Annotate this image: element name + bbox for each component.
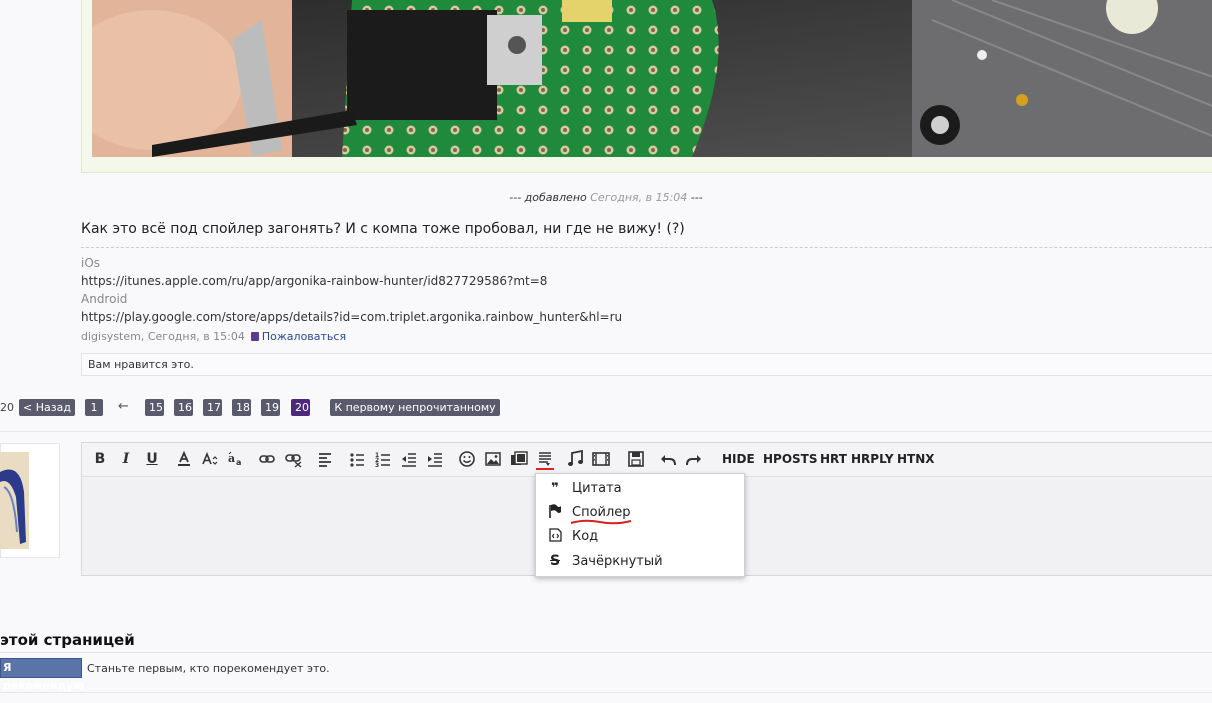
text-color-icon[interactable]: [175, 450, 193, 468]
likes-summary: Вам нравится это.: [81, 353, 1212, 376]
underline-button[interactable]: U: [143, 450, 161, 468]
merged-suffix: ---: [690, 191, 703, 204]
hide-button[interactable]: HIDE: [722, 452, 755, 466]
signature-android-link[interactable]: https://play.google.com/store/apps/detai…: [81, 310, 622, 324]
hrt-button[interactable]: HRT: [820, 452, 847, 466]
recommend-note: Станьте первым, кто порекомендует это.: [87, 662, 330, 675]
pagination-first-unread-button[interactable]: К первому непрочитанному: [330, 399, 500, 416]
font-family-icon[interactable]: aa: [227, 450, 245, 468]
menu-item-strikethrough[interactable]: S Зачёркнутый: [548, 551, 663, 571]
pagination-page-19[interactable]: 19: [261, 399, 280, 416]
flag-icon: [548, 503, 562, 523]
pagination-back-button[interactable]: < Назад: [19, 399, 75, 416]
link-icon[interactable]: [258, 450, 276, 468]
merged-time: Сегодня, в 15:04: [590, 191, 688, 204]
insert-block-icon[interactable]: [536, 450, 554, 470]
save-draft-icon[interactable]: [627, 450, 645, 468]
italic-button[interactable]: I: [117, 450, 135, 468]
pagination-fragment: 20: [0, 401, 14, 414]
music-icon[interactable]: [566, 450, 584, 468]
signature-ios-link[interactable]: https://itunes.apple.com/ru/app/argonika…: [81, 274, 547, 288]
attachment-photo[interactable]: [92, 0, 1212, 157]
spoiler-red-underline: [570, 519, 632, 525]
quote-icon: ❞: [551, 481, 559, 496]
strikethrough-icon: S: [549, 553, 561, 569]
signature-divider: [81, 247, 1212, 248]
svg-text:3: 3: [375, 462, 379, 468]
align-icon[interactable]: [316, 450, 334, 468]
font-size-icon[interactable]: [201, 450, 219, 468]
avatar[interactable]: [0, 452, 29, 549]
gallery-icon[interactable]: [510, 450, 528, 468]
pagination-skip-arrow: ←: [118, 399, 129, 414]
numbered-list-icon[interactable]: 123: [374, 450, 392, 468]
share-section-title: этой страницей: [0, 631, 135, 649]
undo-icon[interactable]: [659, 450, 677, 468]
report-link[interactable]: Пожаловаться: [262, 330, 346, 343]
menu-item-label: Код: [572, 529, 599, 544]
hrply-button[interactable]: HRPLY: [851, 452, 894, 466]
post-meta: digisystem, Сегодня, в 15:04 Пожаловаться: [81, 330, 346, 343]
recommend-button[interactable]: Я рекомендую: [0, 658, 84, 692]
menu-item-label: Зачёркнутый: [572, 554, 663, 569]
image-icon[interactable]: [484, 450, 502, 468]
code-icon: [548, 527, 562, 547]
outdent-icon[interactable]: [400, 450, 418, 468]
section-divider: [0, 431, 1212, 432]
bold-button[interactable]: B: [91, 450, 109, 468]
pagination-page-17[interactable]: 17: [203, 399, 222, 416]
merged-prefix: --- добавлено: [509, 191, 587, 204]
htnx-button[interactable]: HTNX: [897, 452, 935, 466]
footer-divider: [0, 692, 1212, 693]
svg-text:a: a: [236, 458, 241, 467]
merged-notice: --- добавлено Сегодня, в 15:04 ---: [0, 191, 1212, 204]
unlink-icon[interactable]: [285, 450, 303, 468]
hposts-button[interactable]: HPOSTS: [763, 452, 818, 466]
video-icon[interactable]: [592, 450, 610, 468]
author-time[interactable]: digisystem, Сегодня, в 15:04: [81, 330, 245, 343]
menu-item-label: Цитата: [572, 481, 622, 496]
indent-icon[interactable]: [426, 450, 444, 468]
pagination-page-15[interactable]: 15: [145, 399, 164, 416]
menu-item-code[interactable]: Код: [548, 527, 598, 547]
smiley-icon[interactable]: [458, 450, 476, 468]
editor-toolbar: [82, 443, 1212, 477]
pagination-page-1[interactable]: 1: [85, 399, 103, 416]
menu-item-quote[interactable]: ❞ Цитата: [548, 479, 622, 499]
pagination-page-20-current: 20: [291, 399, 310, 416]
bullet-list-icon[interactable]: [348, 450, 366, 468]
redo-icon[interactable]: [685, 450, 703, 468]
pagination-page-16[interactable]: 16: [174, 399, 193, 416]
share-divider: [0, 652, 1212, 653]
post-message: Как это всё под спойлер загонять? И с ко…: [81, 221, 685, 237]
signature-android-label: Android: [81, 292, 128, 306]
report-icon: [250, 332, 259, 341]
pagination-page-18[interactable]: 18: [232, 399, 251, 416]
signature-ios-label: iOs: [81, 256, 101, 270]
